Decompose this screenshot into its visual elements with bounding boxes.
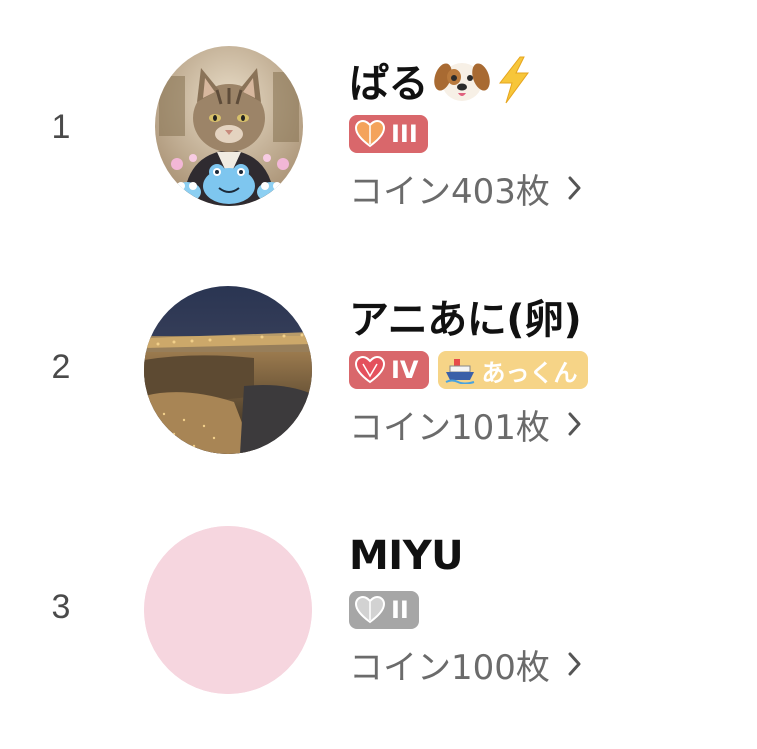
badge-label: II	[391, 596, 409, 624]
rank-number: 3	[51, 588, 71, 626]
coin-link[interactable]: コイン100枚	[349, 642, 582, 688]
chevron-right-icon	[568, 652, 582, 676]
coin-count: コイン403枚	[349, 171, 550, 212]
ranking-row-3[interactable]: 3 MIYU II コイン100枚	[0, 480, 757, 720]
avatar[interactable]	[155, 46, 303, 206]
night-city-avatar-image	[144, 286, 312, 454]
badge-list: II	[349, 590, 582, 630]
coin-link[interactable]: コイン101枚	[349, 402, 588, 448]
rank-number: 2	[51, 348, 71, 386]
avatar[interactable]	[144, 286, 312, 454]
coin-count: コイン101枚	[349, 407, 550, 448]
chevron-right-icon	[568, 176, 582, 200]
badge-list: III	[349, 114, 582, 154]
name-line: MIYU	[349, 530, 582, 582]
user-info: MIYU II コイン100枚	[349, 530, 582, 688]
coin-link[interactable]: コイン403枚	[349, 166, 582, 212]
dog-face-icon	[434, 55, 490, 105]
user-info: ぱる III コイン403枚	[349, 54, 582, 212]
avatar[interactable]	[144, 526, 312, 694]
level-badge: IV	[349, 351, 429, 389]
default-pink-avatar-image	[144, 526, 312, 694]
lightning-icon	[492, 55, 536, 105]
badge-label: IV	[391, 356, 419, 384]
tag-badge: あっくん	[437, 351, 588, 389]
user-info: アニあに(卵) IV あっくん コイン101枚	[349, 290, 588, 448]
chevron-right-icon	[568, 412, 582, 436]
level-badge: II	[349, 591, 419, 629]
rank-number: 1	[51, 108, 71, 146]
level-badge: III	[349, 115, 428, 153]
heart-icon	[355, 356, 385, 384]
badge-label: あっくん	[481, 358, 578, 387]
user-name: ぱる	[349, 61, 429, 107]
heart-icon	[355, 596, 385, 624]
user-name: MIYU	[349, 533, 464, 579]
cat-avatar-image	[155, 46, 303, 206]
ship-icon	[444, 356, 476, 384]
user-name: アニあに(卵)	[349, 297, 582, 343]
ranking-row-2[interactable]: 2 アニあに(卵) IV あっくん コイン101枚	[0, 240, 757, 480]
ranking-row-1[interactable]: 1 ぱる III コイン403枚	[0, 0, 757, 240]
name-line: ぱる	[349, 54, 582, 107]
name-line: アニあに(卵)	[349, 290, 588, 343]
badge-label: III	[391, 120, 418, 148]
badge-list: IV あっくん	[349, 350, 588, 390]
heart-icon	[355, 120, 385, 148]
coin-count: コイン100枚	[349, 647, 550, 688]
